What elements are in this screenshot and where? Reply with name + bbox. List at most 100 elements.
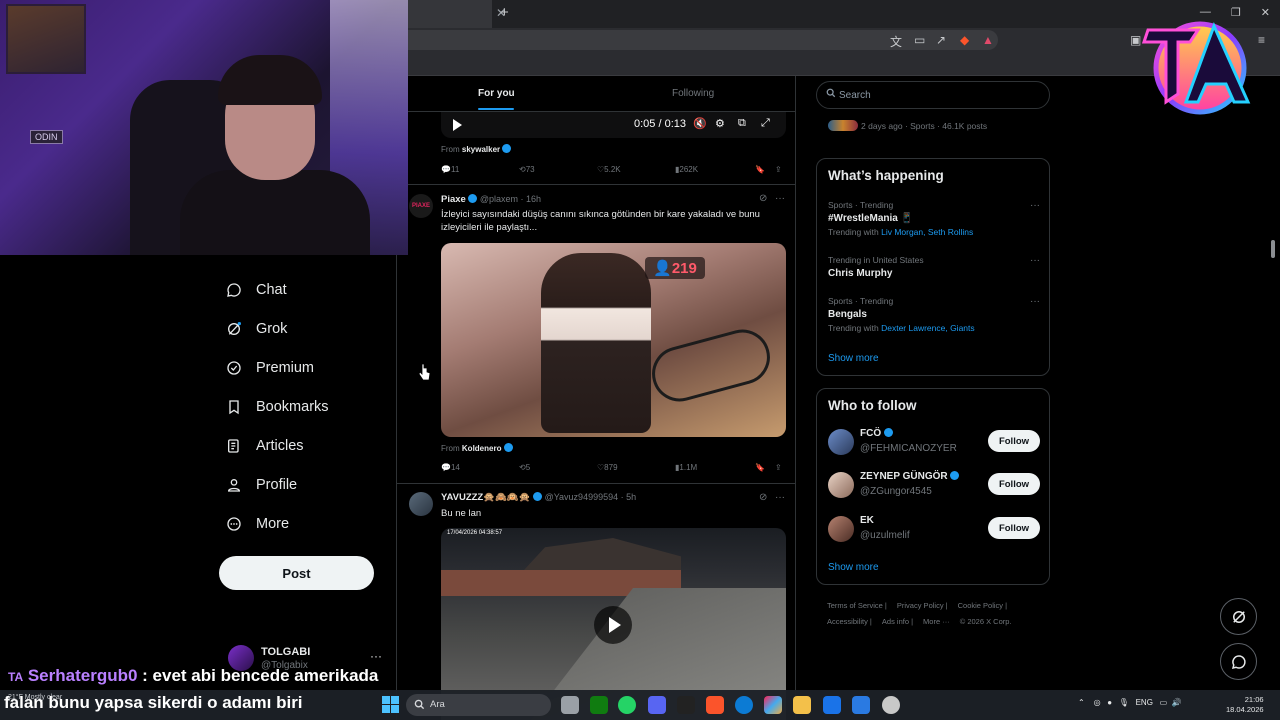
share-icon[interactable]: ⇪ [775,165,782,174]
tab-following[interactable]: Following [672,88,714,99]
steam-icon[interactable] [882,696,900,714]
task-view-icon[interactable] [561,696,579,714]
author-name[interactable]: YAVUZZZ🙊🙈🙉🙊 [441,492,531,503]
repost-button[interactable]: ⟲ 73 [519,165,535,174]
footer-terms[interactable]: Terms of Service | [827,601,887,610]
brave-shield-icon[interactable]: ◆ [960,33,969,47]
follow-button[interactable]: Follow [988,430,1040,452]
reply-button[interactable]: 💬 14 [441,463,460,472]
avatar[interactable] [409,492,433,516]
grok-icon[interactable]: ⊘ [759,193,767,204]
follow-button[interactable]: Follow [988,517,1040,539]
edge-icon[interactable] [735,696,753,714]
file-explorer-icon[interactable] [793,696,811,714]
show-more-link[interactable]: Show more [828,353,879,364]
nav-bookmarks[interactable]: Bookmarks [226,399,329,415]
tray-app-icon[interactable]: ◎ [1094,698,1101,707]
avatar[interactable]: PIAXE [409,194,433,218]
trend-more-icon[interactable]: ··· [1030,255,1040,266]
share-icon[interactable]: ⇪ [775,463,782,472]
network-icon[interactable]: ▭ [1160,698,1168,707]
xbox-icon[interactable] [590,696,608,714]
nav-profile[interactable]: Profile [226,477,297,493]
address-field[interactable] [408,30,998,50]
nav-chat[interactable]: Chat [226,282,287,298]
nav-grok[interactable]: Grok [226,321,287,337]
obs-icon[interactable] [677,696,695,714]
nav-articles[interactable]: Articles [226,438,304,454]
repost-button[interactable]: ⟲ 5 [519,463,530,472]
trend-item[interactable]: Trending in United States Chris Murphy ·… [828,255,1040,279]
play-icon[interactable] [453,119,462,131]
show-more-link[interactable]: Show more [828,562,879,573]
share-icon[interactable]: ↗ [936,33,946,47]
trend-more-icon[interactable]: ··· [1030,200,1040,211]
browser-tab[interactable] [408,0,492,28]
more-icon[interactable]: ··· [775,193,785,204]
from-name[interactable]: skywalker [462,145,500,154]
search-input[interactable] [839,88,1039,102]
trend-more-icon[interactable]: ··· [1030,296,1040,307]
tweet-time[interactable]: · 5h [621,492,637,502]
follow-button[interactable]: Follow [988,473,1040,495]
trend-item[interactable]: Sports · Trending #WrestleMania 📱 Trendi… [828,200,1040,237]
reply-button[interactable]: 💬 11 [441,165,459,174]
new-tab-button[interactable]: + [500,4,509,21]
volume-icon[interactable]: 🔊 [1172,698,1182,707]
tray-app2-icon[interactable]: ● [1107,698,1112,707]
grok-fab[interactable] [1220,598,1257,635]
views-button[interactable]: ▮ 1.1M [675,463,697,472]
play-button[interactable] [594,606,632,644]
discord-icon[interactable] [648,696,666,714]
store-icon[interactable] [852,696,870,714]
follow-suggestion[interactable]: EK @uzulmelif Follow [828,514,1040,544]
trend-item[interactable]: Sports · Trending Bengals Trending with … [828,296,1040,333]
footer-ads[interactable]: Ads info | [882,617,913,626]
like-button[interactable]: ♡ 5.2K [597,165,621,174]
from-name[interactable]: Koldenero [462,444,502,453]
tweet-image[interactable]: 👤 219 [441,243,786,437]
like-button[interactable]: ♡ 879 [597,463,618,472]
messages-fab[interactable] [1220,643,1257,680]
author-handle[interactable]: @Yavuz94999594 [545,492,619,502]
footer-more[interactable]: More ··· [923,617,950,626]
footer-privacy[interactable]: Privacy Policy | [897,601,948,610]
nav-more[interactable]: More [226,516,289,532]
microphone-icon[interactable]: 🎙 [1119,698,1129,707]
fullscreen-icon[interactable]: ⤢ [761,117,770,130]
rewards-icon[interactable]: ▲ [982,33,994,47]
trend-with-links[interactable]: Liv Morgan, Seth Rollins [881,227,973,237]
translate-icon[interactable]: 文 [890,33,902,50]
post-button[interactable]: Post [219,556,374,590]
author-handle[interactable]: @plaxem [480,194,518,204]
bookmark-icon[interactable]: 🔖 [755,165,765,174]
footer-cookie[interactable]: Cookie Policy | [958,601,1007,610]
brave-icon[interactable] [706,696,724,714]
search-box[interactable] [816,81,1050,109]
cast-icon[interactable]: ▭ [914,33,925,47]
mute-icon[interactable]: 🔇 [693,117,707,130]
language-indicator[interactable]: ENG [1136,698,1153,707]
taskbar-search[interactable]: Ara [406,694,551,716]
mail-icon[interactable] [823,696,841,714]
whatsapp-icon[interactable] [618,696,636,714]
clock[interactable]: 21:06 18.04.2026 [1226,695,1264,715]
footer-accessibility[interactable]: Accessibility | [827,617,872,626]
windows-start-icon[interactable] [382,696,399,713]
account-more-icon[interactable]: ··· [370,649,382,663]
settings-icon[interactable]: ⚙ [715,117,725,130]
close-window-button[interactable]: ✕ [1261,6,1270,19]
pip-icon[interactable]: ⧉ [738,117,746,130]
tweet-time[interactable]: · 16h [521,194,542,204]
follow-suggestion[interactable]: FCÖ @FEHMICANOZYER Follow [828,427,1040,457]
bookmark-icon[interactable]: 🔖 [755,463,765,472]
trend-with-links[interactable]: Dexter Lawrence, Giants [881,323,975,333]
follow-suggestion[interactable]: ZEYNEP GÜNGÖR @ZGungor4545 Follow [828,470,1040,500]
views-button[interactable]: ▮ 262K [675,165,698,174]
scrollbar[interactable] [1271,240,1275,258]
tray-chevron-icon[interactable]: ⌃ [1078,698,1085,707]
author-name[interactable]: Piaxe [441,194,466,205]
grok-icon[interactable]: ⊘ [759,492,767,503]
more-icon[interactable]: ··· [775,492,785,503]
nav-premium[interactable]: Premium [226,360,314,376]
